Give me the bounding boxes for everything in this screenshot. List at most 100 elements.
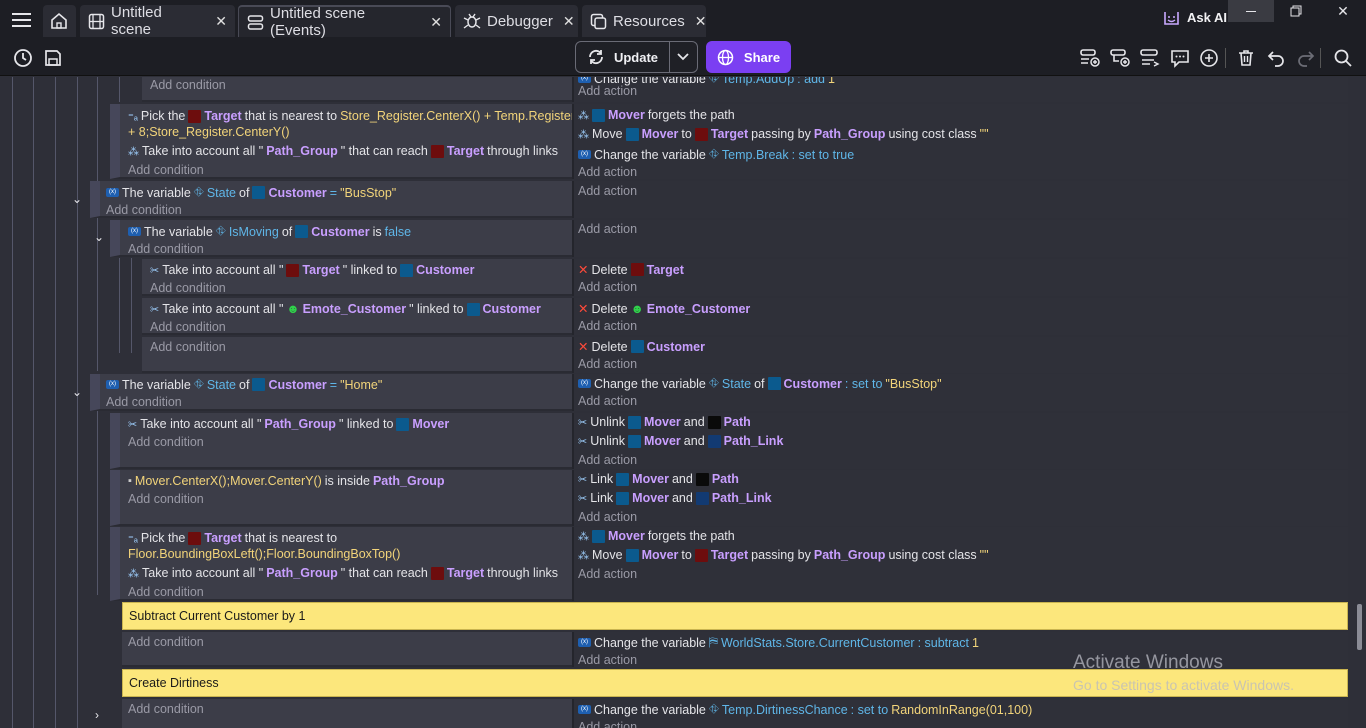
event-action-block[interactable]: ⁂ Mover forgets the path ⁂ Move Mover to… (572, 104, 1348, 179)
add-condition[interactable]: Add condition (106, 395, 182, 409)
chevron-down-icon[interactable] (677, 51, 689, 65)
tab-debugger[interactable]: Debugger ✕ (455, 5, 578, 37)
action-forget-path[interactable]: ⁂ Mover forgets the path (578, 108, 735, 122)
comment-block[interactable]: Subtract Current Customer by 1 (122, 602, 1348, 630)
event-action-block[interactable]: ✕ Delete ☻ Emote_Customer Add action (572, 298, 1348, 335)
tab-events[interactable]: Untitled scene (Events) ✕ (238, 5, 451, 39)
share-button[interactable]: Share (706, 41, 791, 73)
add-condition[interactable]: Add condition (150, 281, 226, 295)
add-event-icon[interactable] (1078, 46, 1102, 70)
event-condition-block[interactable]: ▪ Mover.CenterX();Mover.CenterY() is ins… (110, 470, 572, 526)
add-comment-icon[interactable] (1168, 46, 1192, 70)
close-icon[interactable]: ✕ (430, 14, 442, 31)
chevron-right-icon[interactable]: › (95, 708, 99, 722)
action-change-variable[interactable]: (x) Change the variable ⛗ State of Custo… (578, 376, 942, 391)
add-subevent-icon[interactable] (1108, 46, 1132, 70)
add-condition[interactable]: Add condition (128, 635, 204, 649)
event-action-block[interactable]: ✂ Link Mover and Path ✂ Link Mover and P… (572, 470, 1348, 526)
add-condition[interactable]: Add condition (128, 163, 204, 177)
action-unlink[interactable]: ✂ Unlink Mover and Path (578, 415, 751, 429)
close-icon[interactable]: ✕ (695, 13, 707, 30)
add-condition[interactable]: Add condition (128, 585, 204, 599)
event-condition-block[interactable]: ✂ Take into account all " Target " linke… (142, 259, 572, 296)
add-action[interactable]: Add action (578, 222, 637, 236)
event-action-block[interactable]: Add action (572, 181, 1348, 218)
add-condition[interactable]: Add condition (150, 78, 226, 92)
redo-icon[interactable] (1294, 46, 1318, 70)
tab-scene[interactable]: Untitled scene ✕ (80, 4, 235, 38)
action-delete[interactable]: ✕ Delete Target (578, 262, 684, 278)
add-condition[interactable]: Add condition (128, 492, 204, 506)
event-condition-block[interactable]: (x) The variable ⛗ State of Customer = "… (90, 374, 572, 411)
event-condition-block[interactable]: ✂ Take into account all " ☻ Emote_Custom… (142, 298, 572, 335)
action-change-variable[interactable]: (x) Change the variable ⛿ WorldStats.Sto… (578, 635, 979, 650)
condition-variable-state[interactable]: (x) The variable ⛗ State of Customer = "… (106, 185, 396, 200)
ask-ai-button[interactable]: Ask AI (1163, 9, 1227, 26)
add-condition[interactable]: Add condition (128, 435, 204, 449)
action-forget-path[interactable]: ⁂ Mover forgets the path (578, 529, 735, 543)
event-condition-block[interactable]: Add condition (122, 632, 572, 667)
event-action-block[interactable]: ✕ Delete Target Add action (572, 259, 1348, 296)
events-sheet[interactable]: Add condition (x) Change the variable ⛗ … (0, 77, 1366, 728)
chevron-down-icon[interactable]: ⌄ (72, 192, 82, 206)
add-action[interactable]: Add action (578, 510, 637, 524)
event-condition-block[interactable]: ⁼ₐ Pick the Target that is nearest to St… (110, 104, 586, 179)
add-action[interactable]: Add action (578, 84, 637, 98)
scrollbar-thumb[interactable] (1357, 604, 1362, 650)
add-action[interactable]: Add action (578, 653, 637, 667)
event-action-block[interactable]: ⁂ Mover forgets the path ⁂ Move Mover to… (572, 527, 1348, 601)
update-button[interactable]: Update (575, 41, 698, 73)
condition-take-linked[interactable]: ✂ Take into account all " Path_Group " l… (128, 417, 449, 431)
search-icon[interactable] (1331, 46, 1355, 70)
minimize-button[interactable] (1228, 0, 1274, 22)
add-action[interactable]: Add action (578, 394, 637, 408)
add-action[interactable]: Add action (578, 319, 637, 333)
condition-take-linked[interactable]: ✂ Take into account all " Target " linke… (150, 263, 475, 277)
undo-icon[interactable] (1264, 46, 1288, 70)
condition-path-reach[interactable]: ⁂ Take into account all " Path_Group " t… (128, 144, 558, 158)
event-condition-block[interactable]: (x) The variable ⛗ State of Customer = "… (90, 181, 572, 218)
close-icon[interactable]: ✕ (563, 13, 575, 30)
action-change-variable[interactable]: (x) Change the variable ⛗ Temp.Dirtiness… (578, 702, 1032, 717)
event-condition-block[interactable]: Add condition (122, 699, 572, 728)
maximize-button[interactable] (1276, 0, 1316, 22)
event-condition-block[interactable]: (x) The variable ⛗ IsMoving of Customer … (110, 220, 572, 257)
add-action[interactable]: Add action (578, 720, 637, 728)
add-circle-icon[interactable] (1197, 46, 1221, 70)
close-icon[interactable]: ✕ (215, 13, 227, 30)
event-action-block[interactable]: (x) Change the variable ⛗ Temp.AddUp : a… (572, 77, 1348, 102)
event-action-block[interactable]: (x) Change the variable ⛗ State of Custo… (572, 374, 1348, 411)
condition-pick-nearest[interactable]: ⁼ₐ Pick the Target that is nearest to St… (128, 109, 586, 123)
trash-icon[interactable] (1234, 46, 1258, 70)
save-icon[interactable] (41, 46, 65, 70)
add-action[interactable]: Add action (578, 453, 637, 467)
condition-variable-state[interactable]: (x) The variable ⛗ State of Customer = "… (106, 377, 382, 392)
add-condition[interactable]: Add condition (128, 242, 204, 256)
action-move[interactable]: ⁂ Move Mover to Target passing by Path_G… (578, 127, 989, 141)
chevron-down-icon[interactable]: ⌄ (94, 230, 104, 244)
event-condition-block[interactable]: ⁼ₐ Pick the Target that is nearest to Fl… (110, 527, 572, 601)
condition-path-reach[interactable]: ⁂ Take into account all " Path_Group " t… (128, 566, 558, 580)
add-condition[interactable]: Add condition (128, 702, 204, 716)
event-action-block[interactable]: ✕ Delete Customer Add action (572, 337, 1348, 373)
add-action[interactable]: Add action (578, 280, 637, 294)
add-action[interactable]: Add action (578, 357, 637, 371)
condition-point-inside[interactable]: ▪ Mover.CenterX();Mover.CenterY() is ins… (128, 474, 444, 488)
add-condition[interactable]: Add condition (106, 203, 182, 217)
condition-variable-ismoving[interactable]: (x) The variable ⛗ IsMoving of Customer … (128, 224, 411, 239)
action-change-variable[interactable]: (x) Change the variable ⛗ Temp.Break : s… (578, 147, 854, 162)
close-window-button[interactable]: ✕ (1320, 0, 1366, 22)
action-move[interactable]: ⁂ Move Mover to Target passing by Path_G… (578, 548, 989, 562)
action-link[interactable]: ✂ Link Mover and Path (578, 472, 739, 486)
action-link[interactable]: ✂ Link Mover and Path_Link (578, 491, 772, 505)
action-delete[interactable]: ✕ Delete Customer (578, 339, 705, 355)
tab-resources[interactable]: Resources ✕ (582, 5, 706, 37)
condition-pick-nearest[interactable]: ⁼ₐ Pick the Target that is nearest to (128, 531, 337, 545)
condition-take-linked[interactable]: ✂ Take into account all " ☻ Emote_Custom… (150, 302, 541, 316)
add-condition[interactable]: Add condition (150, 320, 226, 334)
event-condition-block[interactable]: Add condition (142, 77, 572, 102)
add-action[interactable]: Add action (578, 567, 637, 581)
event-action-block[interactable]: ✂ Unlink Mover and Path ✂ Unlink Mover a… (572, 413, 1348, 469)
event-condition-block[interactable]: Add condition (142, 337, 572, 373)
history-icon[interactable] (11, 46, 35, 70)
